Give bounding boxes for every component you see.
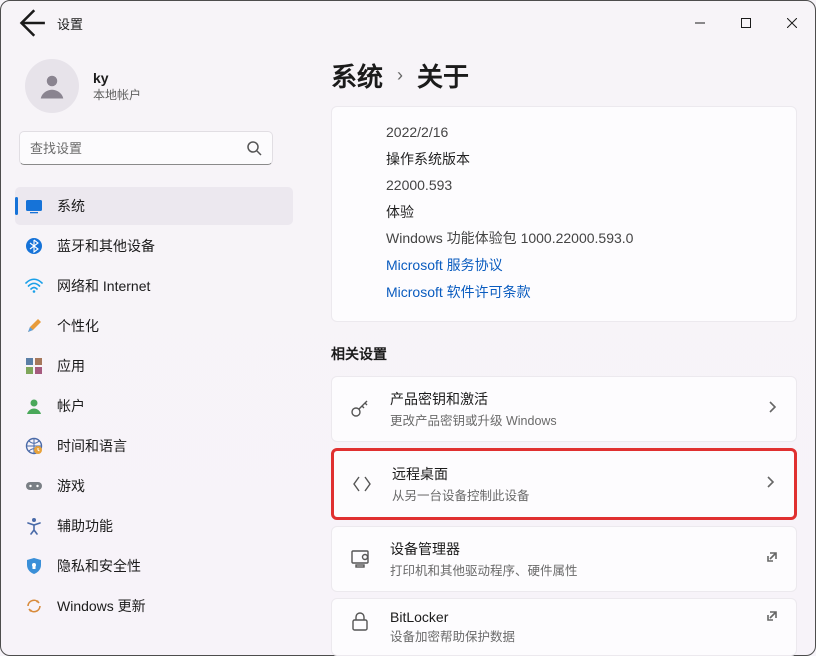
maximize-button[interactable] [723,7,769,39]
gamepad-icon [25,477,43,495]
search-input[interactable] [30,141,238,156]
install-date: 2022/2/16 [386,119,774,146]
os-version-label: 操作系统版本 [386,146,774,173]
system-info-card: 2022/2/16 操作系统版本 22000.593 体验 Windows 功能… [331,106,797,322]
nav-label: 网络和 Internet [57,276,150,296]
link-license-terms[interactable]: Microsoft 软件许可条款 [386,279,774,306]
experience-value: Windows 功能体验包 1000.22000.593.0 [386,225,774,252]
apps-icon [25,357,43,375]
nav-label: 蓝牙和其他设备 [57,236,155,256]
brush-icon [25,317,43,335]
search-icon [246,140,262,156]
nav-label: 系统 [57,196,85,216]
chevron-right-icon [764,475,776,493]
key-icon [348,397,372,421]
link-service-agreement[interactable]: Microsoft 服务协议 [386,252,774,279]
experience-label: 体验 [386,199,774,226]
profile-type: 本地帐户 [93,86,141,103]
nav-label: 隐私和安全性 [57,556,141,576]
remote-desktop-icon [350,472,374,496]
nav-label: 辅助功能 [57,516,113,536]
profile-block[interactable]: ky 本地帐户 [1,53,301,131]
sidebar: ky 本地帐户 系统 蓝牙和其他设备 网络和 In [1,45,301,656]
device-manager-icon [348,547,372,571]
card-sub: 打印机和其他驱动程序、硬件属性 [390,560,748,579]
nav-item-apps[interactable]: 应用 [15,347,293,385]
breadcrumb-current: 关于 [417,57,469,94]
nav-item-accessibility[interactable]: 辅助功能 [15,507,293,545]
chevron-right-icon: › [397,65,403,86]
card-sub: 设备加密帮助保护数据 [390,626,748,645]
card-bitlocker[interactable]: BitLocker 设备加密帮助保护数据 [331,598,797,656]
nav-item-time-language[interactable]: 时间和语言 [15,427,293,465]
nav-item-bluetooth[interactable]: 蓝牙和其他设备 [15,227,293,265]
nav-item-gaming[interactable]: 游戏 [15,467,293,505]
nav-label: 帐户 [57,396,85,416]
accessibility-icon [25,517,43,535]
external-link-icon [766,550,778,568]
nav-list: 系统 蓝牙和其他设备 网络和 Internet 个性化 应用 帐户 [1,187,301,625]
main-content: 系统 › 关于 2022/2/16 操作系统版本 22000.593 体验 Wi… [301,45,815,656]
title-bar: 设置 [1,1,815,45]
close-button[interactable] [769,7,815,39]
bluetooth-icon [25,237,43,255]
back-button[interactable] [13,6,47,40]
shield-icon [25,557,43,575]
card-sub: 从另一台设备控制此设备 [392,485,746,504]
update-icon [25,597,43,615]
wifi-icon [25,277,43,295]
app-title: 设置 [57,14,83,33]
minimize-button[interactable] [677,7,723,39]
user-icon [25,397,43,415]
nav-item-privacy[interactable]: 隐私和安全性 [15,547,293,585]
breadcrumb-root[interactable]: 系统 [331,57,383,94]
nav-label: Windows 更新 [57,596,146,616]
card-title: BitLocker [390,609,748,625]
card-title: 远程桌面 [392,464,746,484]
breadcrumb: 系统 › 关于 [331,57,797,94]
card-remote-desktop[interactable]: 远程桌面 从另一台设备控制此设备 [331,448,797,520]
external-link-icon [766,609,778,627]
nav-label: 应用 [57,356,85,376]
related-settings-heading: 相关设置 [331,344,797,364]
nav-item-network[interactable]: 网络和 Internet [15,267,293,305]
search-box[interactable] [19,131,273,165]
chevron-right-icon [766,400,778,418]
lock-icon [348,609,372,633]
card-product-key[interactable]: 产品密钥和激活 更改产品密钥或升级 Windows [331,376,797,442]
card-title: 设备管理器 [390,539,748,559]
nav-item-windows-update[interactable]: Windows 更新 [15,587,293,625]
nav-label: 游戏 [57,476,85,496]
card-device-manager[interactable]: 设备管理器 打印机和其他驱动程序、硬件属性 [331,526,797,592]
profile-name: ky [93,70,141,86]
card-sub: 更改产品密钥或升级 Windows [390,410,748,429]
nav-item-system[interactable]: 系统 [15,187,293,225]
os-version-value: 22000.593 [386,172,774,199]
nav-label: 个性化 [57,316,99,336]
window-controls [677,7,815,39]
system-icon [25,197,43,215]
globe-clock-icon [25,437,43,455]
card-title: 产品密钥和激活 [390,389,748,409]
nav-item-personalization[interactable]: 个性化 [15,307,293,345]
nav-item-accounts[interactable]: 帐户 [15,387,293,425]
avatar [25,59,79,113]
nav-label: 时间和语言 [57,436,127,456]
